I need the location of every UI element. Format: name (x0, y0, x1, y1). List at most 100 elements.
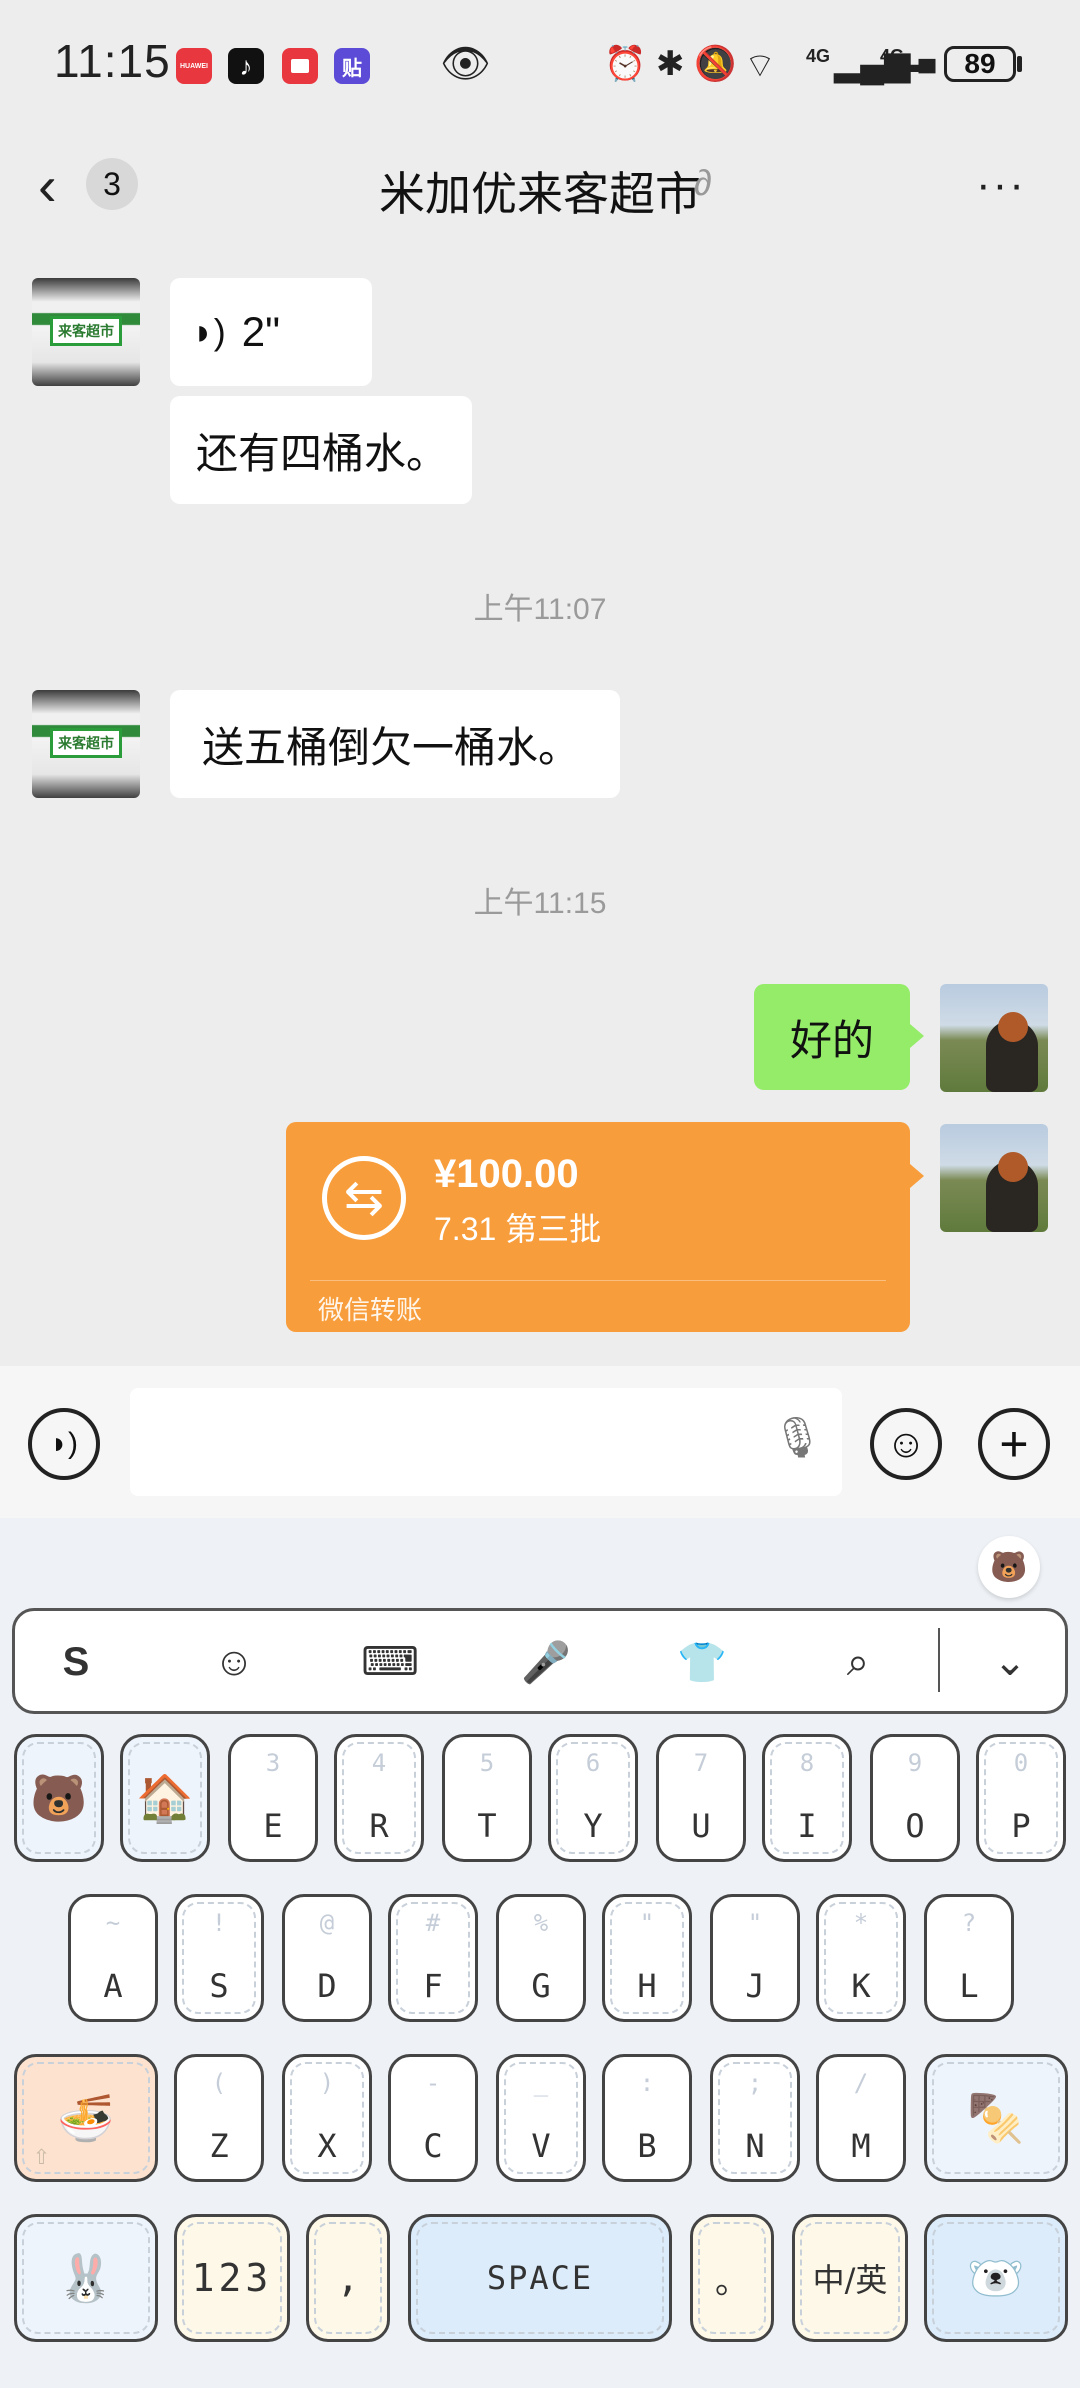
key-label: B (637, 2127, 657, 2165)
key-hint: # (425, 1909, 441, 1937)
contact-avatar[interactable]: 来客超市 (32, 278, 140, 386)
my-avatar[interactable] (940, 984, 1048, 1092)
key-e[interactable]: 3E (228, 1734, 318, 1862)
key-n[interactable]: ; N (710, 2054, 800, 2182)
plus-icon[interactable]: + (978, 1408, 1050, 1480)
key-label: J (745, 1967, 765, 2005)
battery-indicator: 89 (944, 46, 1016, 82)
transfer-note: 7.31 第三批 (434, 1211, 602, 1247)
message-text: 还有四桶水。 (196, 429, 449, 477)
key-l[interactable]: ? L (924, 1894, 1014, 2022)
bubble-tail (910, 1024, 924, 1048)
key-r[interactable]: 4R (334, 1734, 424, 1862)
transfer-amount: ¥100.00 (434, 1152, 579, 1196)
enter-key[interactable]: 🐻‍❄️ (924, 2214, 1068, 2342)
voice-input-icon[interactable]: ◗) (28, 1408, 100, 1480)
message-input[interactable] (130, 1388, 842, 1496)
timestamp: 上午11:07 (473, 593, 607, 626)
bunny-sticker-icon: 🐰 (57, 2250, 115, 2305)
comma-key[interactable]: , (306, 2214, 390, 2342)
symbol-key[interactable]: 🐰 (14, 2214, 158, 2342)
key-hint: * (853, 1909, 869, 1937)
emoji-panel-icon[interactable]: ☺ (202, 1630, 266, 1694)
key-x[interactable]: ) X (282, 2054, 372, 2182)
shop-sign-text: 来客超市 (50, 316, 122, 346)
key-hint: 7 (693, 1749, 709, 1777)
tie-app-label: 贴 (342, 57, 362, 80)
key-k[interactable]: * K (816, 1894, 906, 2022)
message-text: 送五桶倒欠一桶水。 (202, 723, 581, 771)
key-s[interactable]: ! S (174, 1894, 264, 2022)
polar-bear-sticker-icon: 🐻‍❄️ (967, 2250, 1025, 2305)
message-bubble-received[interactable]: 还有四桶水。 (170, 396, 472, 504)
key-d[interactable]: @ D (282, 1894, 372, 2022)
key-j[interactable]: " J (710, 1894, 800, 2022)
microphone-icon[interactable]: 🎙 (772, 1414, 823, 1461)
key-m[interactable]: / M (816, 2054, 906, 2182)
key-hint: @ (319, 1909, 335, 1937)
battery-tip (1017, 56, 1022, 72)
shift-key[interactable]: 🍜 ⇧ (14, 2054, 158, 2182)
key-label: E (263, 1807, 283, 1845)
key-o[interactable]: 9O (870, 1734, 960, 1862)
key-hint: ( (211, 2069, 227, 2097)
contact-avatar[interactable]: 来客超市 (32, 690, 140, 798)
my-avatar[interactable] (940, 1124, 1048, 1232)
shop-sign-text: 来客超市 (50, 728, 122, 758)
key-c[interactable]: -C (388, 2054, 478, 2182)
key-a[interactable]: ~ A (68, 1894, 158, 2022)
chat-title: 米加优来客超市 (379, 168, 701, 220)
key-label: M (851, 2127, 871, 2165)
sticker-key-w[interactable]: 🏠 (120, 1734, 210, 1862)
voice-duration: 2" (241, 308, 281, 355)
key-b[interactable]: :B (602, 2054, 692, 2182)
key-hint: 5 (479, 1749, 495, 1777)
mascot-icon[interactable]: 🐻 (978, 1536, 1040, 1598)
sticker-key-q[interactable]: 🐻 (14, 1734, 104, 1862)
key-hint: % (533, 1909, 549, 1937)
skin-shirt-icon[interactable]: 👕 (670, 1630, 734, 1694)
message-text: 好的 (789, 1016, 874, 1064)
search-icon[interactable]: ⌕ (826, 1630, 890, 1694)
voice-wave-icon: ◗) (192, 311, 226, 352)
key-label: A (103, 1967, 123, 2005)
language-switch-key[interactable]: 中/英 (792, 2214, 908, 2342)
emoji-icon[interactable]: ☺ (870, 1408, 942, 1480)
key-hint: 0 (1013, 1749, 1029, 1777)
signal1-network-label: 4G (806, 46, 831, 66)
key-f[interactable]: # F (388, 1894, 478, 2022)
key-hint: / (853, 2069, 869, 2097)
key-i[interactable]: 8I (762, 1734, 852, 1862)
key-h[interactable]: " H (602, 1894, 692, 2022)
voice-message-bubble[interactable]: ◗) 2" (170, 278, 372, 386)
period-key[interactable]: 。 (690, 2214, 774, 2342)
key-label: U (691, 1807, 711, 1845)
key-label: G (531, 1967, 551, 2005)
key-g[interactable]: % G (496, 1894, 586, 2022)
space-key[interactable]: SPACE (408, 2214, 672, 2342)
message-bubble-sent[interactable]: 好的 (754, 984, 910, 1090)
red-app-icon (282, 48, 318, 84)
ear-receiver-icon: ∂ (694, 162, 712, 203)
sogou-logo-icon[interactable]: S (44, 1630, 108, 1694)
keyboard-layout-icon[interactable]: ⌨ (358, 1630, 422, 1694)
key-t[interactable]: 5T (442, 1734, 532, 1862)
key-v[interactable]: _ V (496, 2054, 586, 2182)
key-label: C (423, 2127, 443, 2165)
delete-key[interactable]: 🍢 (924, 2054, 1068, 2182)
numbers-key[interactable]: 123 (174, 2214, 290, 2342)
key-u[interactable]: 7U (656, 1734, 746, 1862)
collapse-keyboard-icon[interactable]: ⌄ (978, 1630, 1042, 1694)
key-z[interactable]: (Z (174, 2054, 264, 2182)
shift-arrow-icon: ⇧ (33, 2138, 50, 2171)
more-options-icon[interactable]: ··· (976, 160, 1026, 210)
message-bubble-received[interactable]: 送五桶倒欠一桶水。 (170, 690, 620, 798)
voice-typing-icon[interactable]: 🎤 (514, 1630, 578, 1694)
key-label: T (477, 1807, 497, 1845)
key-label: L (959, 1967, 979, 2005)
key-y[interactable]: 6Y (548, 1734, 638, 1862)
transfer-card[interactable]: ⇆ ¥100.00 7.31 第三批 微信转账 (286, 1122, 910, 1332)
mute-bell-icon: 🔕 (694, 45, 737, 83)
transfer-label: 微信转账 (318, 1295, 423, 1325)
key-p[interactable]: 0P (976, 1734, 1066, 1862)
